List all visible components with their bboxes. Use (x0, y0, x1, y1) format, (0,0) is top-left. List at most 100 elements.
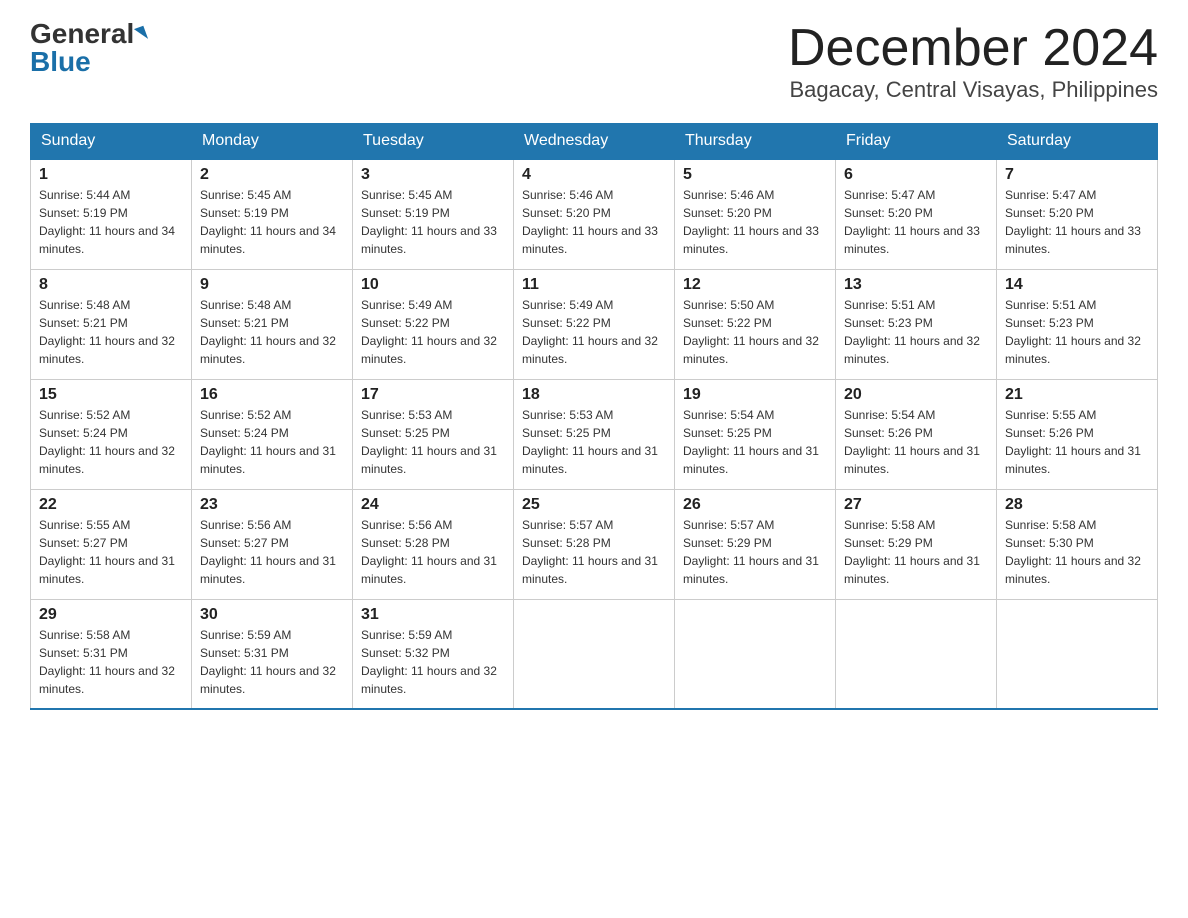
calendar-cell: 21 Sunrise: 5:55 AMSunset: 5:26 PMDaylig… (997, 379, 1158, 489)
logo-blue-text: Blue (30, 48, 91, 76)
calendar-cell: 22 Sunrise: 5:55 AMSunset: 5:27 PMDaylig… (31, 489, 192, 599)
day-number: 25 (522, 496, 666, 514)
sunrise-info: Sunrise: 5:47 AMSunset: 5:20 PMDaylight:… (844, 188, 980, 256)
calendar-week-row: 1 Sunrise: 5:44 AMSunset: 5:19 PMDayligh… (31, 159, 1158, 269)
sunrise-info: Sunrise: 5:45 AMSunset: 5:19 PMDaylight:… (200, 188, 336, 256)
location-subtitle: Bagacay, Central Visayas, Philippines (788, 77, 1158, 103)
day-number: 13 (844, 276, 988, 294)
calendar-header-row: SundayMondayTuesdayWednesdayThursdayFrid… (31, 124, 1158, 160)
month-year-title: December 2024 (788, 20, 1158, 77)
day-number: 12 (683, 276, 827, 294)
calendar-cell: 26 Sunrise: 5:57 AMSunset: 5:29 PMDaylig… (675, 489, 836, 599)
calendar-week-row: 15 Sunrise: 5:52 AMSunset: 5:24 PMDaylig… (31, 379, 1158, 489)
sunrise-info: Sunrise: 5:49 AMSunset: 5:22 PMDaylight:… (361, 298, 497, 366)
calendar-cell (514, 599, 675, 709)
calendar-cell: 27 Sunrise: 5:58 AMSunset: 5:29 PMDaylig… (836, 489, 997, 599)
col-header-friday: Friday (836, 124, 997, 160)
day-number: 27 (844, 496, 988, 514)
col-header-wednesday: Wednesday (514, 124, 675, 160)
calendar-cell: 30 Sunrise: 5:59 AMSunset: 5:31 PMDaylig… (192, 599, 353, 709)
day-number: 6 (844, 166, 988, 184)
day-number: 7 (1005, 166, 1149, 184)
sunrise-info: Sunrise: 5:53 AMSunset: 5:25 PMDaylight:… (522, 408, 658, 476)
sunrise-info: Sunrise: 5:46 AMSunset: 5:20 PMDaylight:… (683, 188, 819, 256)
calendar-week-row: 29 Sunrise: 5:58 AMSunset: 5:31 PMDaylig… (31, 599, 1158, 709)
sunrise-info: Sunrise: 5:56 AMSunset: 5:27 PMDaylight:… (200, 518, 336, 586)
calendar-cell (997, 599, 1158, 709)
sunrise-info: Sunrise: 5:44 AMSunset: 5:19 PMDaylight:… (39, 188, 175, 256)
sunrise-info: Sunrise: 5:48 AMSunset: 5:21 PMDaylight:… (39, 298, 175, 366)
day-number: 1 (39, 166, 183, 184)
sunrise-info: Sunrise: 5:48 AMSunset: 5:21 PMDaylight:… (200, 298, 336, 366)
calendar-cell: 7 Sunrise: 5:47 AMSunset: 5:20 PMDayligh… (997, 159, 1158, 269)
day-number: 15 (39, 386, 183, 404)
sunrise-info: Sunrise: 5:55 AMSunset: 5:27 PMDaylight:… (39, 518, 175, 586)
calendar-week-row: 22 Sunrise: 5:55 AMSunset: 5:27 PMDaylig… (31, 489, 1158, 599)
calendar-cell: 14 Sunrise: 5:51 AMSunset: 5:23 PMDaylig… (997, 269, 1158, 379)
sunrise-info: Sunrise: 5:52 AMSunset: 5:24 PMDaylight:… (200, 408, 336, 476)
logo-arrow-icon (134, 26, 148, 43)
day-number: 24 (361, 496, 505, 514)
sunrise-info: Sunrise: 5:50 AMSunset: 5:22 PMDaylight:… (683, 298, 819, 366)
day-number: 30 (200, 606, 344, 624)
col-header-thursday: Thursday (675, 124, 836, 160)
calendar-cell: 11 Sunrise: 5:49 AMSunset: 5:22 PMDaylig… (514, 269, 675, 379)
day-number: 3 (361, 166, 505, 184)
calendar-cell: 8 Sunrise: 5:48 AMSunset: 5:21 PMDayligh… (31, 269, 192, 379)
col-header-monday: Monday (192, 124, 353, 160)
logo: General Blue (30, 20, 146, 76)
page-header: General Blue December 2024 Bagacay, Cent… (30, 20, 1158, 103)
sunrise-info: Sunrise: 5:54 AMSunset: 5:26 PMDaylight:… (844, 408, 980, 476)
sunrise-info: Sunrise: 5:57 AMSunset: 5:29 PMDaylight:… (683, 518, 819, 586)
sunrise-info: Sunrise: 5:47 AMSunset: 5:20 PMDaylight:… (1005, 188, 1141, 256)
sunrise-info: Sunrise: 5:56 AMSunset: 5:28 PMDaylight:… (361, 518, 497, 586)
col-header-sunday: Sunday (31, 124, 192, 160)
calendar-cell: 28 Sunrise: 5:58 AMSunset: 5:30 PMDaylig… (997, 489, 1158, 599)
sunrise-info: Sunrise: 5:57 AMSunset: 5:28 PMDaylight:… (522, 518, 658, 586)
day-number: 21 (1005, 386, 1149, 404)
calendar-cell: 9 Sunrise: 5:48 AMSunset: 5:21 PMDayligh… (192, 269, 353, 379)
day-number: 5 (683, 166, 827, 184)
day-number: 18 (522, 386, 666, 404)
sunrise-info: Sunrise: 5:58 AMSunset: 5:30 PMDaylight:… (1005, 518, 1141, 586)
calendar-cell: 6 Sunrise: 5:47 AMSunset: 5:20 PMDayligh… (836, 159, 997, 269)
calendar-cell: 5 Sunrise: 5:46 AMSunset: 5:20 PMDayligh… (675, 159, 836, 269)
sunrise-info: Sunrise: 5:45 AMSunset: 5:19 PMDaylight:… (361, 188, 497, 256)
sunrise-info: Sunrise: 5:51 AMSunset: 5:23 PMDaylight:… (1005, 298, 1141, 366)
calendar-week-row: 8 Sunrise: 5:48 AMSunset: 5:21 PMDayligh… (31, 269, 1158, 379)
title-block: December 2024 Bagacay, Central Visayas, … (788, 20, 1158, 103)
day-number: 4 (522, 166, 666, 184)
sunrise-info: Sunrise: 5:58 AMSunset: 5:31 PMDaylight:… (39, 628, 175, 696)
sunrise-info: Sunrise: 5:59 AMSunset: 5:31 PMDaylight:… (200, 628, 336, 696)
day-number: 22 (39, 496, 183, 514)
calendar-cell: 25 Sunrise: 5:57 AMSunset: 5:28 PMDaylig… (514, 489, 675, 599)
calendar-cell: 2 Sunrise: 5:45 AMSunset: 5:19 PMDayligh… (192, 159, 353, 269)
calendar-cell: 1 Sunrise: 5:44 AMSunset: 5:19 PMDayligh… (31, 159, 192, 269)
day-number: 31 (361, 606, 505, 624)
calendar-cell: 13 Sunrise: 5:51 AMSunset: 5:23 PMDaylig… (836, 269, 997, 379)
calendar-cell: 3 Sunrise: 5:45 AMSunset: 5:19 PMDayligh… (353, 159, 514, 269)
calendar-cell (675, 599, 836, 709)
sunrise-info: Sunrise: 5:46 AMSunset: 5:20 PMDaylight:… (522, 188, 658, 256)
day-number: 28 (1005, 496, 1149, 514)
sunrise-info: Sunrise: 5:54 AMSunset: 5:25 PMDaylight:… (683, 408, 819, 476)
calendar-cell: 15 Sunrise: 5:52 AMSunset: 5:24 PMDaylig… (31, 379, 192, 489)
calendar-table: SundayMondayTuesdayWednesdayThursdayFrid… (30, 123, 1158, 710)
sunrise-info: Sunrise: 5:51 AMSunset: 5:23 PMDaylight:… (844, 298, 980, 366)
day-number: 20 (844, 386, 988, 404)
day-number: 23 (200, 496, 344, 514)
sunrise-info: Sunrise: 5:49 AMSunset: 5:22 PMDaylight:… (522, 298, 658, 366)
sunrise-info: Sunrise: 5:53 AMSunset: 5:25 PMDaylight:… (361, 408, 497, 476)
calendar-cell: 20 Sunrise: 5:54 AMSunset: 5:26 PMDaylig… (836, 379, 997, 489)
calendar-cell: 24 Sunrise: 5:56 AMSunset: 5:28 PMDaylig… (353, 489, 514, 599)
calendar-cell: 16 Sunrise: 5:52 AMSunset: 5:24 PMDaylig… (192, 379, 353, 489)
calendar-cell: 17 Sunrise: 5:53 AMSunset: 5:25 PMDaylig… (353, 379, 514, 489)
day-number: 11 (522, 276, 666, 294)
day-number: 9 (200, 276, 344, 294)
day-number: 8 (39, 276, 183, 294)
day-number: 19 (683, 386, 827, 404)
calendar-cell: 19 Sunrise: 5:54 AMSunset: 5:25 PMDaylig… (675, 379, 836, 489)
day-number: 14 (1005, 276, 1149, 294)
calendar-cell: 4 Sunrise: 5:46 AMSunset: 5:20 PMDayligh… (514, 159, 675, 269)
col-header-saturday: Saturday (997, 124, 1158, 160)
